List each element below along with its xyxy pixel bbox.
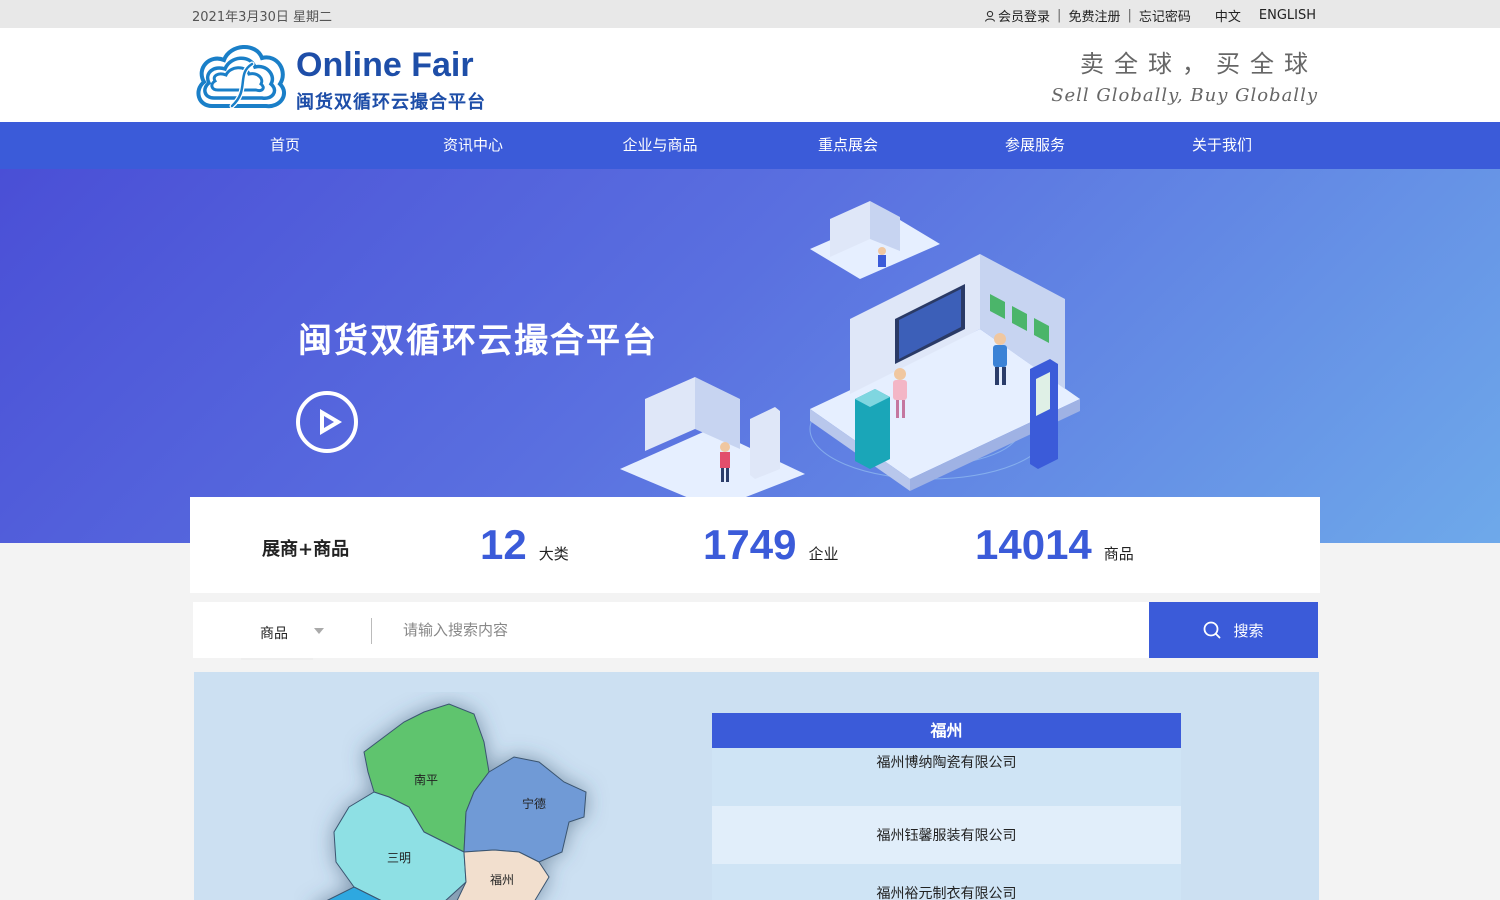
stat-companies-value: 1749 — [703, 521, 797, 568]
exhibition-booth-illustration — [620, 201, 1080, 509]
logo-cloud-icon — [196, 45, 286, 109]
logo-chinese-name: 闽货双循环云撮合平台 — [296, 92, 486, 113]
company-name: 福州博纳陶瓷有限公司 — [876, 755, 1017, 771]
main-nav: 首页 资讯中心 企业与商品 重点展会 参展服务 关于我们 — [0, 122, 1500, 169]
company-name: 福州钰馨服装有限公司 — [876, 828, 1017, 844]
current-date: 2021年3月30日 星期二 — [192, 10, 333, 25]
caret-down-icon — [314, 628, 324, 634]
site-header: Online Fair 闽货双循环云撮合平台 卖全球，买全球 Sell Glob… — [0, 28, 1500, 122]
top-bar: 2021年3月30日 星期二 会员登录 | 免费注册 | 忘记密码 中文 ENG… — [0, 0, 1500, 28]
map-label-fuzhou: 福州 — [490, 872, 514, 887]
nav-item-home[interactable]: 首页 — [270, 122, 300, 169]
select-underline — [241, 658, 313, 660]
forgot-password-link[interactable]: 忘记密码 — [1139, 6, 1191, 25]
stat-products-value: 14014 — [975, 521, 1092, 568]
map-label-sanming: 三明 — [387, 851, 411, 865]
company-list: 福州 福州博纳陶瓷有限公司 福州钰馨服装有限公司 福州裕元制衣有限公司 — [712, 713, 1181, 900]
stat-companies-unit: 企业 — [808, 545, 839, 563]
slogan-english: Sell Globally, Buy Globally — [1051, 85, 1318, 106]
nav-item-companies-products[interactable]: 企业与商品 — [622, 122, 697, 169]
list-item[interactable]: 福州博纳陶瓷有限公司 — [712, 748, 1181, 806]
search-input[interactable] — [403, 616, 1103, 644]
stats-label: 展商+商品 — [262, 539, 350, 560]
search-icon — [1204, 621, 1221, 639]
separator: | — [1057, 8, 1062, 23]
search-bar: 商品 搜索 — [193, 602, 1318, 660]
list-item[interactable]: 福州钰馨服装有限公司 — [712, 806, 1181, 864]
register-link[interactable]: 免费注册 — [1068, 6, 1120, 25]
user-icon — [984, 10, 996, 22]
search-divider — [371, 618, 372, 644]
stat-products-unit: 商品 — [1103, 545, 1134, 563]
play-video-icon[interactable] — [296, 391, 358, 453]
nav-item-about-us[interactable]: 关于我们 — [1192, 122, 1252, 169]
search-type-select[interactable]: 商品 — [241, 602, 324, 660]
company-list-city: 福州 — [712, 713, 1181, 748]
slogan: 卖全球，买全球 Sell Globally, Buy Globally — [1051, 44, 1318, 106]
list-item[interactable]: 福州裕元制衣有限公司 — [712, 864, 1181, 900]
search-type-value: 商品 — [260, 626, 288, 642]
search-button-label: 搜索 — [1233, 622, 1264, 640]
map-label-nanping: 南平 — [414, 772, 438, 787]
map-label-ningde: 宁德 — [522, 796, 546, 811]
stat-companies: 1749 企业 — [703, 521, 838, 569]
search-button[interactable]: 搜索 — [1149, 602, 1318, 658]
stat-categories: 12 大类 — [480, 521, 569, 569]
slogan-chinese: 卖全球，买全球 — [1080, 50, 1318, 78]
hero-banner: 闽货双循环云撮合平台 — [0, 169, 1500, 543]
stat-categories-unit: 大类 — [538, 545, 569, 563]
stat-categories-value: 12 — [480, 521, 527, 568]
region-map-section: 南平 宁德 三明 福州 福州 福州博纳陶瓷有限公司 福州钰馨服装有限公司 福州裕… — [194, 672, 1319, 900]
top-links: 会员登录 | 免费注册 | 忘记密码 中文 ENGLISH — [984, 6, 1316, 25]
separator: | — [1127, 8, 1132, 23]
lang-chinese-link[interactable]: 中文 — [1215, 6, 1241, 25]
fujian-map: 南平 宁德 三明 福州 — [326, 703, 587, 900]
company-name: 福州裕元制衣有限公司 — [876, 886, 1017, 900]
stats-panel: 展商+商品 12 大类 1749 企业 14014 商品 — [190, 497, 1320, 593]
lang-english-link[interactable]: ENGLISH — [1259, 8, 1316, 23]
member-login-link[interactable]: 会员登录 — [998, 6, 1050, 25]
site-logo[interactable]: Online Fair 闽货双循环云撮合平台 — [192, 40, 492, 113]
nav-item-key-exhibitions[interactable]: 重点展会 — [818, 122, 878, 169]
nav-item-exhibitor-services[interactable]: 参展服务 — [1005, 122, 1065, 169]
stat-products: 14014 商品 — [975, 521, 1134, 569]
logo-english-name: Online Fair — [296, 46, 474, 84]
nav-item-news[interactable]: 资讯中心 — [443, 122, 503, 169]
